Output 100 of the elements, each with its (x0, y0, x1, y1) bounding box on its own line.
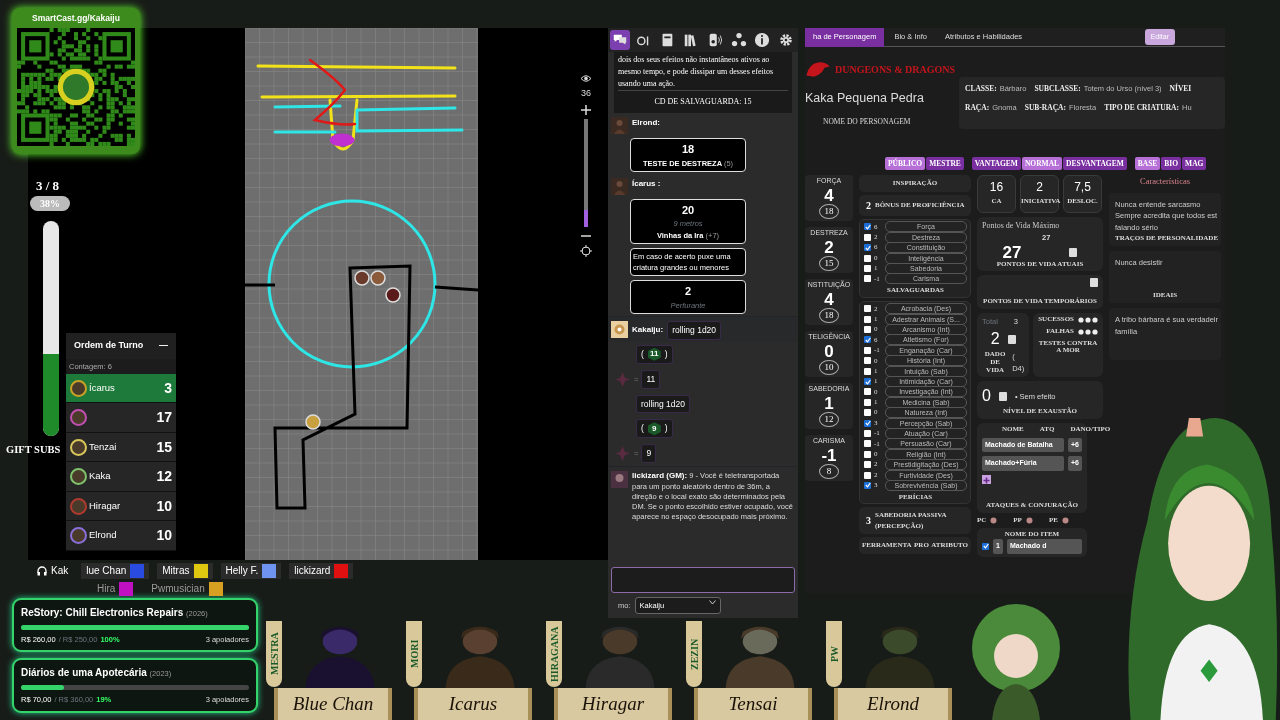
stat-value: 7,5 (1073, 179, 1092, 197)
zoom-in-icon[interactable] (581, 104, 591, 115)
checkbox[interactable] (864, 357, 871, 365)
checkbox[interactable] (864, 440, 871, 448)
turn-entry[interactable]: Elrond 10 (66, 521, 176, 551)
character-name: Blue Chan (274, 688, 392, 720)
checkbox[interactable] (864, 481, 871, 489)
combatant-name: Elrond (89, 528, 118, 543)
target-icon[interactable] (580, 244, 592, 257)
token[interactable] (305, 414, 321, 430)
field-label: Pontos de Vida Máximo (982, 220, 1061, 233)
roll-command: rolling 1d20 (636, 394, 690, 414)
ability-modifier: 4 (823, 290, 835, 308)
checkbox[interactable] (864, 429, 871, 437)
coin-icon (1061, 517, 1069, 525)
checkbox[interactable] (864, 254, 871, 262)
checkbox[interactable] (864, 265, 871, 272)
voice-participant: lickizard (289, 562, 354, 579)
logo-text: DUNGEONS & DRAGONS (835, 62, 955, 77)
checkbox[interactable] (864, 346, 871, 354)
zoom-slider[interactable] (584, 118, 588, 227)
roll-total: 18 (680, 142, 696, 157)
qr-url: SmartCast.gg/Kakaiju (31, 12, 121, 25)
dots-icon (1078, 316, 1098, 323)
turn-entry[interactable]: Kaka 12 (66, 462, 176, 492)
voice-participant: Kak (32, 562, 74, 579)
checkbox[interactable] (982, 542, 989, 550)
collapse-icon[interactable]: — (159, 339, 168, 353)
initiative-value: 3 (164, 378, 172, 398)
goal-label: GIFT SUBS (6, 442, 61, 457)
checkbox[interactable] (864, 223, 871, 231)
gift-count: 3 / 8 (36, 177, 61, 195)
checkbox[interactable] (864, 326, 871, 334)
range-circle[interactable] (267, 199, 437, 369)
checkbox[interactable] (864, 275, 871, 283)
checkbox[interactable] (864, 315, 871, 323)
stepper[interactable] (1007, 334, 1016, 344)
initiative-value: 12 (156, 467, 172, 486)
message-author: Ícarus : (632, 177, 661, 190)
initiative-value: 15 (156, 437, 172, 457)
roll-result: 11 (641, 369, 661, 389)
character-name: Icarus (414, 688, 532, 720)
voice-participant: Hira (92, 580, 139, 597)
qr-code[interactable] (17, 27, 135, 146)
turn-entry[interactable]: Tenzai 15 (66, 432, 176, 463)
stepper[interactable] (998, 391, 1007, 401)
stepper[interactable] (1090, 278, 1098, 288)
voice-participant: Mitras (157, 562, 213, 579)
player-tag: ZEZIN (686, 621, 702, 687)
caret-icon (708, 599, 716, 605)
roll-result: 9 (641, 444, 657, 463)
token[interactable] (354, 270, 370, 286)
eye-icon[interactable] (580, 74, 592, 83)
ability-modifier: 2 (823, 238, 835, 256)
current-hp-value: 27 (1002, 243, 1022, 261)
checkbox[interactable] (864, 398, 871, 406)
checkbox[interactable] (864, 450, 871, 458)
settings-icon (777, 32, 794, 48)
voice-participant: lue Chan (81, 562, 150, 579)
checkbox[interactable] (864, 367, 871, 375)
initiative-value: 10 (156, 496, 172, 516)
initiative-value: 17 (156, 408, 172, 427)
ability-modifier: -1 (820, 446, 838, 464)
avatar-icon (611, 177, 628, 195)
roll-command: rolling 1d20 (667, 321, 722, 340)
avatar-icon (611, 321, 628, 338)
checkbox[interactable] (864, 305, 871, 313)
turn-entry[interactable]: Ícarus 3 (66, 373, 176, 404)
checkbox[interactable] (864, 419, 871, 427)
info-icon (754, 32, 771, 48)
ability-modifier: 0 (823, 342, 835, 360)
checkbox[interactable] (864, 388, 871, 396)
checkbox[interactable] (864, 461, 871, 469)
checkbox[interactable] (864, 409, 871, 417)
turn-entry[interactable]: 17 (66, 403, 176, 433)
avatar-icon (611, 471, 628, 488)
stepper[interactable] (1069, 247, 1078, 257)
chat-input[interactable] (611, 566, 795, 593)
passive-value: 3 (866, 514, 871, 529)
zoom-level: 36 (581, 87, 591, 100)
coin-icon (1025, 517, 1033, 525)
message-author: Elrond: (632, 117, 660, 129)
initiative-value: 10 (156, 526, 172, 545)
ability-modifier: 1 (823, 394, 835, 412)
panel-title: Ordem de Turno (74, 339, 144, 352)
stat-value: 16 (988, 179, 1005, 197)
combatant-name: Tenzai (89, 439, 118, 454)
section-title: Características (1139, 175, 1191, 188)
chat-tab[interactable] (610, 30, 630, 50)
checkbox[interactable] (864, 244, 871, 252)
checkbox[interactable] (864, 471, 871, 479)
turn-entry[interactable]: Hiragar 10 (66, 491, 176, 522)
token[interactable] (385, 287, 401, 303)
checkbox[interactable] (864, 378, 871, 385)
add-button[interactable] (982, 474, 991, 484)
exhaustion-value: 0 (982, 386, 991, 407)
combatant-name: Kaka (89, 469, 112, 484)
checkbox[interactable] (864, 336, 871, 344)
headphones-icon (37, 565, 47, 576)
checkbox[interactable] (864, 233, 871, 241)
